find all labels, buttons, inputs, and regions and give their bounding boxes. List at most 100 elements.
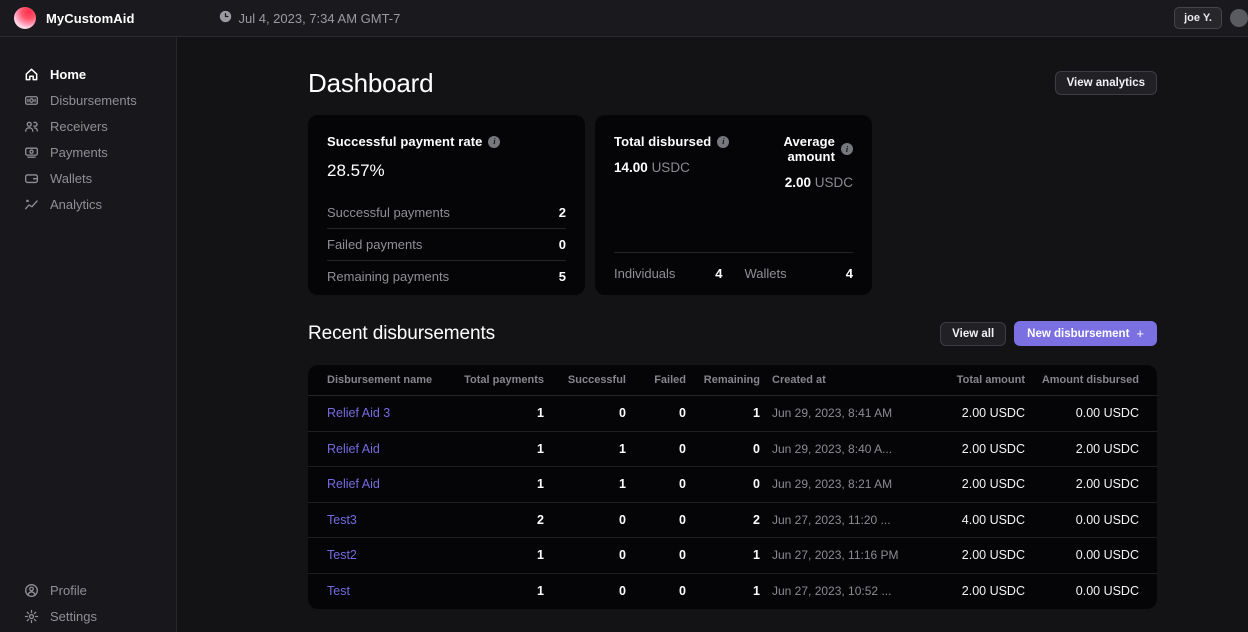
total-amount-cell: 2.00 USDC: [935, 406, 1025, 420]
wallets-stat: Wallets 4: [745, 266, 854, 281]
remaining-cell: 0: [686, 442, 760, 456]
stat-label: Failed payments: [327, 237, 422, 252]
wallets-label: Wallets: [745, 266, 787, 281]
failed-cell: 0: [626, 548, 686, 562]
sidebar-item-payments[interactable]: Payments: [0, 139, 176, 165]
column-header: Created at: [760, 374, 935, 386]
table-header: Disbursement name Total payments Success…: [308, 365, 1157, 396]
individuals-stat: Individuals 4: [614, 266, 723, 281]
total-amount-cell: 2.00 USDC: [935, 442, 1025, 456]
total-payments-cell: 1: [459, 406, 544, 420]
amount-unit: USDC: [652, 160, 690, 175]
total-disbursed-value: 14.00 USDC: [614, 160, 734, 175]
stat-row-failed: Failed payments 0: [327, 228, 566, 260]
table-row: Test3 2 0 0 2 Jun 27, 2023, 11:20 ... 4.…: [308, 503, 1157, 539]
gear-icon: [24, 609, 39, 624]
user-menu-button[interactable]: joe Y.: [1174, 7, 1222, 29]
total-amount-cell: 4.00 USDC: [935, 513, 1025, 527]
new-disbursement-label: New disbursement: [1027, 328, 1129, 340]
total-payments-cell: 1: [459, 548, 544, 562]
created-at-cell: Jun 27, 2023, 11:20 ...: [760, 513, 935, 527]
column-header: Total payments: [459, 374, 544, 386]
remaining-cell: 1: [686, 548, 760, 562]
info-icon[interactable]: i: [488, 136, 500, 148]
table-row: Relief Aid 1 1 0 0 Jun 29, 2023, 8:40 A.…: [308, 432, 1157, 468]
sidebar-item-label: Wallets: [50, 171, 92, 186]
stat-row-successful: Successful payments 2: [327, 196, 566, 228]
created-at-cell: Jun 27, 2023, 11:16 PM: [760, 548, 935, 562]
stat-cards: Successful payment rate i 28.57% Success…: [308, 115, 1157, 295]
total-disbursed-title: Total disbursed: [614, 134, 711, 149]
created-at-cell: Jun 27, 2023, 10:52 ...: [760, 584, 935, 598]
sidebar-item-receivers[interactable]: Receivers: [0, 113, 176, 139]
table-row: Test2 1 0 0 1 Jun 27, 2023, 11:16 PM 2.0…: [308, 538, 1157, 574]
stat-value: 0: [559, 237, 566, 252]
column-header: Disbursement name: [327, 374, 459, 386]
sidebar-footer: Profile Settings: [0, 577, 176, 629]
amount-unit: USDC: [815, 175, 853, 190]
disbursement-link[interactable]: Test2: [327, 548, 459, 562]
wallets-value: 4: [846, 266, 853, 281]
totals-card: Total disbursed i 14.00 USDC Average amo…: [595, 115, 872, 295]
new-disbursement-button[interactable]: New disbursement +: [1014, 321, 1157, 346]
disbursement-link[interactable]: Test: [327, 584, 459, 598]
column-header: Total amount: [935, 374, 1025, 386]
sidebar-item-label: Home: [50, 67, 86, 82]
payment-stat-list: Successful payments 2 Failed payments 0 …: [327, 196, 566, 292]
info-icon[interactable]: i: [717, 136, 729, 148]
sidebar-item-label: Receivers: [50, 119, 108, 134]
disbursement-link[interactable]: Test3: [327, 513, 459, 527]
amount-disbursed-cell: 2.00 USDC: [1025, 442, 1139, 456]
column-header: Amount disbursed: [1025, 374, 1139, 386]
individuals-label: Individuals: [614, 266, 675, 281]
payments-icon: [24, 145, 39, 160]
column-header: Remaining: [686, 374, 760, 386]
view-all-button[interactable]: View all: [940, 322, 1006, 346]
individuals-value: 4: [715, 266, 722, 281]
disbursement-link[interactable]: Relief Aid 3: [327, 406, 459, 420]
amount-disbursed-cell: 0.00 USDC: [1025, 548, 1139, 562]
average-amount-title: Average amount: [734, 134, 836, 164]
disbursements-table: Disbursement name Total payments Success…: [308, 365, 1157, 609]
amount-disbursed-cell: 0.00 USDC: [1025, 406, 1139, 420]
disbursement-link[interactable]: Relief Aid: [327, 477, 459, 491]
payment-rate-title: Successful payment rate: [327, 134, 482, 149]
average-amount-value: 2.00 USDC: [734, 175, 854, 190]
payment-rate-card: Successful payment rate i 28.57% Success…: [308, 115, 585, 295]
sidebar-item-settings[interactable]: Settings: [0, 603, 176, 629]
column-header: Successful: [544, 374, 626, 386]
page-title: Dashboard: [308, 68, 433, 99]
disbursement-link[interactable]: Relief Aid: [327, 442, 459, 456]
stat-value: 5: [559, 269, 566, 284]
sidebar-item-profile[interactable]: Profile: [0, 577, 176, 603]
amount-number: 14.00: [614, 160, 648, 175]
view-analytics-button[interactable]: View analytics: [1055, 71, 1157, 95]
analytics-icon: [24, 197, 39, 212]
disbursements-icon: [24, 93, 39, 108]
failed-cell: 0: [626, 584, 686, 598]
table-row: Relief Aid 3 1 0 0 1 Jun 29, 2023, 8:41 …: [308, 396, 1157, 432]
total-payments-cell: 1: [459, 477, 544, 491]
table-row: Relief Aid 1 1 0 0 Jun 29, 2023, 8:21 AM…: [308, 467, 1157, 503]
remaining-cell: 1: [686, 406, 760, 420]
info-icon[interactable]: i: [841, 143, 853, 155]
column-header: Failed: [626, 374, 686, 386]
sidebar-item-disbursements[interactable]: Disbursements: [0, 87, 176, 113]
successful-cell: 0: [544, 548, 626, 562]
amount-disbursed-cell: 0.00 USDC: [1025, 584, 1139, 598]
sidebar-item-wallets[interactable]: Wallets: [0, 165, 176, 191]
total-amount-cell: 2.00 USDC: [935, 477, 1025, 491]
total-payments-cell: 2: [459, 513, 544, 527]
remaining-cell: 1: [686, 584, 760, 598]
home-icon: [24, 67, 39, 82]
sidebar-item-label: Payments: [50, 145, 108, 160]
user-avatar[interactable]: [1230, 9, 1248, 27]
datetime-display: Jul 4, 2023, 7:34 AM GMT-7: [219, 10, 401, 26]
stat-row-remaining: Remaining payments 5: [327, 260, 566, 292]
sidebar-item-analytics[interactable]: Analytics: [0, 191, 176, 217]
created-at-cell: Jun 29, 2023, 8:21 AM: [760, 477, 935, 491]
sidebar-item-home[interactable]: Home: [0, 61, 176, 87]
remaining-cell: 2: [686, 513, 760, 527]
failed-cell: 0: [626, 442, 686, 456]
sidebar-item-label: Analytics: [50, 197, 102, 212]
